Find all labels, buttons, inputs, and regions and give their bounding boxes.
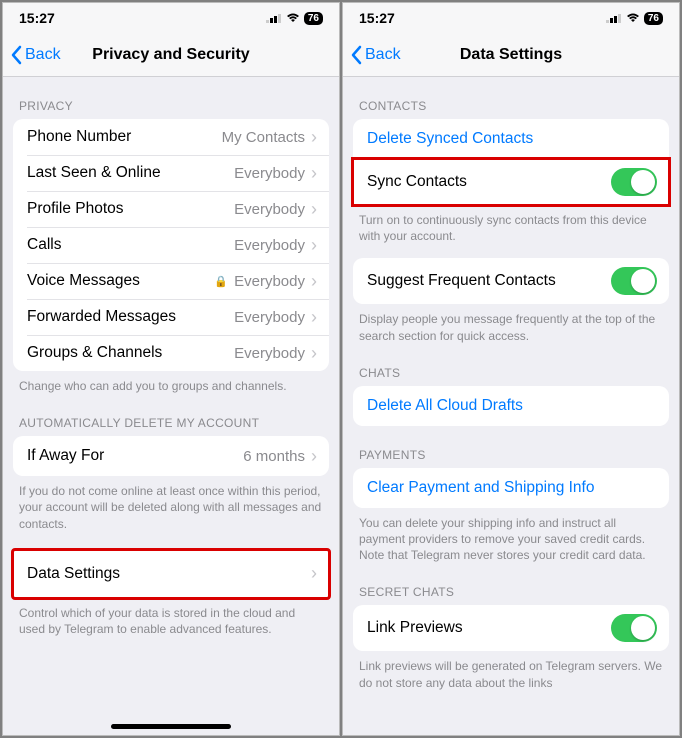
data-settings-group: Data Settings › bbox=[13, 550, 329, 598]
status-indicators: 76 bbox=[606, 12, 663, 25]
row-label: Calls bbox=[27, 236, 61, 254]
row-phone-number[interactable]: Phone Number My Contacts › bbox=[13, 119, 329, 155]
battery-badge: 76 bbox=[304, 12, 323, 25]
section-secret-header: Secret Chats bbox=[343, 563, 679, 605]
status-time: 15:27 bbox=[19, 10, 55, 26]
row-value: Everybody bbox=[234, 165, 305, 182]
chevron-right-icon: › bbox=[311, 307, 317, 328]
back-label: Back bbox=[25, 46, 61, 64]
row-label: Clear Payment and Shipping Info bbox=[367, 479, 594, 497]
row-label: Last Seen & Online bbox=[27, 164, 161, 182]
chats-group: Delete All Cloud Drafts bbox=[353, 386, 669, 426]
row-value: Everybody bbox=[234, 237, 305, 254]
section-autodelete-header: Automatically Delete My Account bbox=[3, 394, 339, 436]
chevron-right-icon: › bbox=[311, 563, 317, 584]
row-label: If Away For bbox=[27, 447, 104, 465]
row-voice-messages[interactable]: Voice Messages 🔒 Everybody › bbox=[13, 263, 329, 299]
row-last-seen[interactable]: Last Seen & Online Everybody › bbox=[13, 155, 329, 191]
row-label: Groups & Channels bbox=[27, 344, 162, 362]
privacy-group: Phone Number My Contacts › Last Seen & On… bbox=[13, 119, 329, 371]
section-chats-header: Chats bbox=[343, 344, 679, 386]
status-time: 15:27 bbox=[359, 10, 395, 26]
home-indicator[interactable] bbox=[111, 724, 231, 729]
row-label: Delete All Cloud Drafts bbox=[367, 397, 523, 415]
chevron-left-icon bbox=[351, 45, 363, 65]
section-privacy-header: Privacy bbox=[3, 77, 339, 119]
link-note: Link previews will be generated on Teleg… bbox=[343, 651, 679, 690]
autodelete-group: If Away For 6 months › bbox=[13, 436, 329, 476]
row-label: Phone Number bbox=[27, 128, 131, 146]
back-label: Back bbox=[365, 46, 401, 64]
battery-badge: 76 bbox=[644, 12, 663, 25]
lock-icon: 🔒 bbox=[214, 275, 228, 288]
section-contacts-header: Contacts bbox=[343, 77, 679, 119]
row-groups-channels[interactable]: Groups & Channels Everybody › bbox=[13, 335, 329, 371]
secret-group: Link Previews bbox=[353, 605, 669, 651]
row-value: Everybody bbox=[234, 309, 305, 326]
privacy-note: Change who can add you to groups and cha… bbox=[3, 371, 339, 394]
wifi-icon bbox=[286, 13, 300, 23]
chevron-right-icon: › bbox=[311, 271, 317, 292]
back-button[interactable]: Back bbox=[343, 45, 401, 65]
row-value: Everybody bbox=[234, 273, 305, 290]
link-previews-toggle[interactable] bbox=[611, 614, 657, 642]
wifi-icon bbox=[626, 13, 640, 23]
chevron-left-icon bbox=[11, 45, 23, 65]
row-label: Data Settings bbox=[27, 565, 120, 583]
row-value: Everybody bbox=[234, 201, 305, 218]
status-indicators: 76 bbox=[266, 12, 323, 25]
chevron-right-icon: › bbox=[311, 199, 317, 220]
status-bar: 15:27 76 bbox=[343, 3, 679, 33]
section-payments-header: Payments bbox=[343, 426, 679, 468]
chevron-right-icon: › bbox=[311, 127, 317, 148]
row-forwarded-messages[interactable]: Forwarded Messages Everybody › bbox=[13, 299, 329, 335]
row-sync-contacts[interactable]: Sync Contacts bbox=[353, 159, 669, 205]
data-settings-note: Control which of your data is stored in … bbox=[3, 598, 339, 637]
row-label: Sync Contacts bbox=[367, 173, 467, 191]
payments-group: Clear Payment and Shipping Info bbox=[353, 468, 669, 508]
row-label: Link Previews bbox=[367, 619, 463, 637]
content-scroll[interactable]: Privacy Phone Number My Contacts › Last S… bbox=[3, 77, 339, 735]
row-data-settings[interactable]: Data Settings › bbox=[13, 550, 329, 598]
payment-note: You can delete your shipping info and in… bbox=[343, 508, 679, 564]
sync-note: Turn on to continuously sync contacts fr… bbox=[343, 205, 679, 244]
suggest-group: Suggest Frequent Contacts bbox=[353, 258, 669, 304]
row-link-previews[interactable]: Link Previews bbox=[353, 605, 669, 651]
nav-bar: Back Privacy and Security bbox=[3, 33, 339, 77]
chevron-right-icon: › bbox=[311, 446, 317, 467]
row-label: Profile Photos bbox=[27, 200, 124, 218]
row-value: My Contacts bbox=[222, 129, 305, 146]
row-if-away-for[interactable]: If Away For 6 months › bbox=[13, 436, 329, 476]
nav-bar: Back Data Settings bbox=[343, 33, 679, 77]
signal-icon bbox=[606, 13, 622, 23]
sync-contacts-toggle[interactable] bbox=[611, 168, 657, 196]
row-label: Suggest Frequent Contacts bbox=[367, 272, 556, 290]
row-label: Voice Messages bbox=[27, 272, 140, 290]
row-delete-synced-contacts[interactable]: Delete Synced Contacts bbox=[353, 119, 669, 159]
autodelete-note: If you do not come online at least once … bbox=[3, 476, 339, 532]
chevron-right-icon: › bbox=[311, 343, 317, 364]
back-button[interactable]: Back bbox=[3, 45, 61, 65]
row-label: Forwarded Messages bbox=[27, 308, 176, 326]
contacts-group-1: Delete Synced Contacts bbox=[353, 119, 669, 159]
sync-contacts-group: Sync Contacts bbox=[353, 159, 669, 205]
status-bar: 15:27 76 bbox=[3, 3, 339, 33]
phone-data-settings: 15:27 76 Back Data Settings Contacts Del… bbox=[342, 2, 680, 736]
row-value: Everybody bbox=[234, 345, 305, 362]
row-calls[interactable]: Calls Everybody › bbox=[13, 227, 329, 263]
row-label: Delete Synced Contacts bbox=[367, 130, 533, 148]
signal-icon bbox=[266, 13, 282, 23]
phone-privacy: 15:27 76 Back Privacy and Security Priva… bbox=[2, 2, 340, 736]
row-suggest-frequent[interactable]: Suggest Frequent Contacts bbox=[353, 258, 669, 304]
suggest-contacts-toggle[interactable] bbox=[611, 267, 657, 295]
suggest-note: Display people you message frequently at… bbox=[343, 304, 679, 343]
row-clear-payment[interactable]: Clear Payment and Shipping Info bbox=[353, 468, 669, 508]
chevron-right-icon: › bbox=[311, 163, 317, 184]
row-value: 6 months bbox=[243, 448, 305, 465]
chevron-right-icon: › bbox=[311, 235, 317, 256]
row-delete-drafts[interactable]: Delete All Cloud Drafts bbox=[353, 386, 669, 426]
row-profile-photos[interactable]: Profile Photos Everybody › bbox=[13, 191, 329, 227]
content-scroll[interactable]: Contacts Delete Synced Contacts Sync Con… bbox=[343, 77, 679, 735]
